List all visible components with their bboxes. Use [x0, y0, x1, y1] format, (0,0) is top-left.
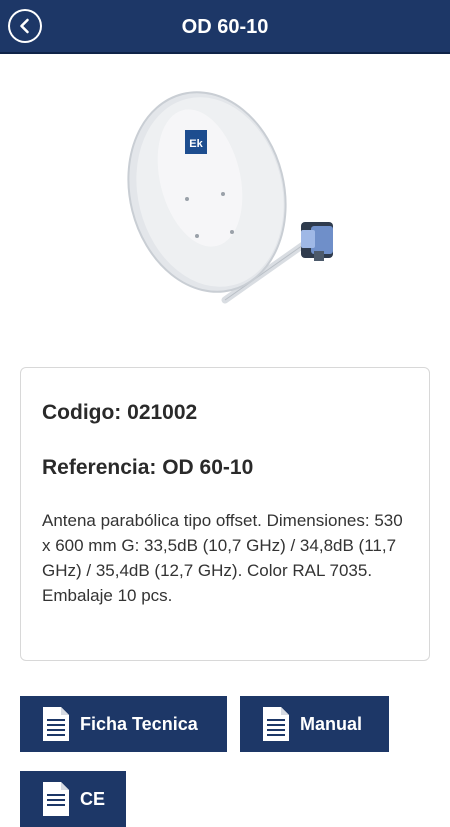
ficha-tecnica-label: Ficha Tecnica	[80, 713, 198, 734]
manual-label: Manual	[300, 713, 363, 734]
product-info-card: Codigo: 021002 Referencia: OD 60-10 Ante…	[20, 367, 430, 661]
logo-text: Ek	[189, 138, 203, 150]
product-description: Antena parabólica tipo offset. Dimension…	[42, 511, 403, 605]
product-reference: Referencia: OD 60-10	[42, 456, 254, 479]
satellite-dish-image: Ek	[115, 88, 355, 328]
ce-button[interactable]: CE	[20, 771, 126, 827]
product-code: Codigo: 021002	[42, 401, 198, 424]
page-title: OD 60-10	[181, 16, 269, 38]
document-icon	[43, 782, 69, 816]
document-icon	[263, 707, 289, 741]
ficha-tecnica-button[interactable]: Ficha Tecnica	[20, 696, 227, 752]
manual-button[interactable]: Manual	[240, 696, 389, 752]
document-icon	[43, 707, 69, 741]
app-header: OD 60-10	[0, 0, 450, 54]
